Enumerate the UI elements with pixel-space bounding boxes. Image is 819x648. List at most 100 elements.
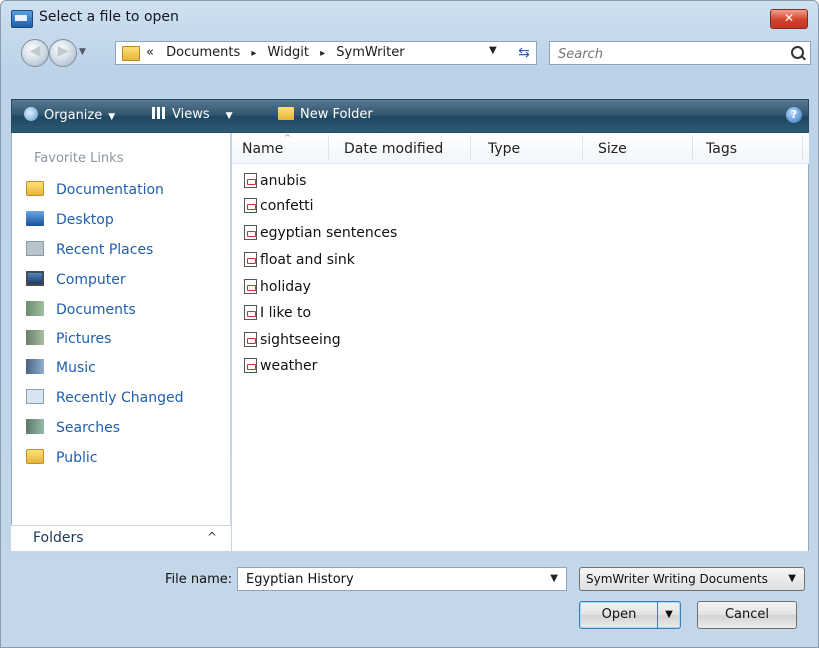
forward-arrow-icon: ▶ <box>57 43 69 59</box>
breadcrumb-separator-icon[interactable]: ▸ <box>320 48 325 59</box>
organize-label: Organize <box>44 108 103 123</box>
column-header-tags[interactable]: Tags <box>706 141 737 157</box>
breadcrumb-separator-icon[interactable]: ▸ <box>251 48 256 59</box>
search-icon[interactable] <box>791 46 804 59</box>
sidebar-item-label: Documentation <box>56 182 164 198</box>
folder-icon <box>26 449 44 464</box>
sidebar-item-label: Recent Places <box>56 242 154 258</box>
file-item[interactable]: I like to <box>244 305 311 327</box>
organize-button[interactable]: Organize ▼ <box>24 107 115 123</box>
new-folder-icon <box>278 107 294 120</box>
title-bar: Select a file to open ✕ <box>1 1 818 35</box>
breadcrumb-documents[interactable]: Documents <box>166 45 240 60</box>
views-button[interactable]: Views ▼ <box>152 107 233 122</box>
folder-icon <box>122 46 140 61</box>
file-name: holiday <box>260 279 311 295</box>
file-name-combo[interactable]: ▼ <box>237 567 567 591</box>
file-name-input[interactable] <box>244 571 538 588</box>
column-header-type[interactable]: Type <box>488 141 520 157</box>
column-divider[interactable] <box>802 135 803 161</box>
file-item[interactable]: float and sink <box>244 252 355 274</box>
recently-changed-icon <box>26 389 44 404</box>
computer-icon <box>26 271 44 286</box>
window-title: Select a file to open <box>39 9 179 25</box>
breadcrumb: « Documents ▸ Widgit ▸ SymWriter <box>146 45 405 60</box>
file-item[interactable]: egyptian sentences <box>244 225 397 247</box>
cancel-button[interactable]: Cancel <box>697 601 797 629</box>
sidebar-item-label: Public <box>56 450 98 466</box>
file-item[interactable]: anubis <box>244 173 306 195</box>
open-button[interactable]: Open ▼ <box>579 601 681 629</box>
open-file-dialog: Select a file to open ✕ ◀ ▶ ▼ « Document… <box>0 0 819 648</box>
address-bar[interactable]: « Documents ▸ Widgit ▸ SymWriter <box>115 41 537 65</box>
file-list-pane: ^ Name Date modified Type Size Tags anub… <box>232 133 809 551</box>
sidebar-item-computer[interactable]: Computer <box>26 271 126 293</box>
breadcrumb-overflow[interactable]: « <box>146 45 154 60</box>
folders-label: Folders <box>33 530 84 546</box>
breadcrumb-symwriter[interactable]: SymWriter <box>336 45 404 60</box>
sidebar-item-documents[interactable]: Documents <box>26 301 136 323</box>
symwriter-file-icon <box>244 173 257 188</box>
views-label: Views <box>172 107 210 122</box>
column-divider[interactable] <box>582 135 583 161</box>
music-icon <box>26 359 44 374</box>
sidebar-item-label: Desktop <box>56 212 114 228</box>
chevron-down-icon: ▼ <box>225 111 233 121</box>
address-dropdown-icon[interactable]: ▼ <box>489 45 497 56</box>
file-name: confetti <box>260 198 314 214</box>
file-item[interactable]: confetti <box>244 198 314 220</box>
sidebar-item-music[interactable]: Music <box>26 359 96 381</box>
sidebar-item-desktop[interactable]: Desktop <box>26 211 114 233</box>
new-folder-button[interactable]: New Folder <box>278 107 373 122</box>
breadcrumb-widgit[interactable]: Widgit <box>268 45 309 60</box>
column-divider[interactable] <box>692 135 693 161</box>
navigation-pane: Favorite Links Documentation Desktop Rec… <box>11 133 231 551</box>
chevron-down-icon[interactable]: ▼ <box>550 573 558 584</box>
symwriter-file-icon <box>244 198 257 213</box>
file-name-label: File name: <box>165 572 233 587</box>
file-type-value: SymWriter Writing Documents <box>586 572 768 586</box>
close-button[interactable]: ✕ <box>770 9 808 29</box>
column-divider[interactable] <box>328 135 329 161</box>
column-header-size[interactable]: Size <box>598 141 627 157</box>
column-header-date-modified[interactable]: Date modified <box>344 141 443 157</box>
file-type-select[interactable]: SymWriter Writing Documents ▼ <box>579 567 805 591</box>
file-name: I like to <box>260 305 312 321</box>
back-button[interactable]: ◀ <box>21 39 49 67</box>
open-label: Open <box>601 607 637 622</box>
sidebar-item-pictures[interactable]: Pictures <box>26 330 111 352</box>
sidebar-item-searches[interactable]: Searches <box>26 419 120 441</box>
folder-icon <box>26 181 44 196</box>
search-input[interactable] <box>556 45 780 63</box>
help-icon[interactable]: ? <box>786 107 802 123</box>
column-divider[interactable] <box>470 135 471 161</box>
symwriter-file-icon <box>244 305 257 320</box>
folders-toggle[interactable]: Folders ^ <box>11 525 231 551</box>
symwriter-file-icon <box>244 332 257 347</box>
file-item[interactable]: weather <box>244 358 317 380</box>
file-item[interactable]: holiday <box>244 279 311 301</box>
back-arrow-icon: ◀ <box>29 43 41 59</box>
sidebar-item-public[interactable]: Public <box>26 449 97 471</box>
refresh-icon[interactable]: ⇆ <box>511 41 537 65</box>
file-name: float and sink <box>260 252 355 268</box>
sort-ascending-icon: ^ <box>284 133 291 142</box>
recent-places-icon <box>26 241 44 256</box>
sidebar-item-recently-changed[interactable]: Recently Changed <box>26 389 184 411</box>
documents-icon <box>26 301 44 316</box>
sidebar-item-recent-places[interactable]: Recent Places <box>26 241 153 263</box>
recent-pages-dropdown[interactable]: ▼ <box>79 47 86 57</box>
pictures-icon <box>26 330 44 345</box>
file-item[interactable]: sightseeing <box>244 332 341 354</box>
symwriter-file-icon <box>244 279 257 294</box>
sidebar-item-label: Documents <box>56 302 136 318</box>
sidebar-item-label: Computer <box>56 272 126 288</box>
sidebar-item-documentation[interactable]: Documentation <box>26 181 164 203</box>
open-options-dropdown[interactable]: ▼ <box>657 602 680 628</box>
column-header-name[interactable]: Name <box>242 141 283 157</box>
file-name: egyptian sentences <box>260 225 398 241</box>
sidebar-item-label: Searches <box>56 420 121 436</box>
search-box[interactable] <box>549 41 811 65</box>
forward-button[interactable]: ▶ <box>49 39 77 67</box>
sidebar-item-label: Recently Changed <box>56 390 184 406</box>
